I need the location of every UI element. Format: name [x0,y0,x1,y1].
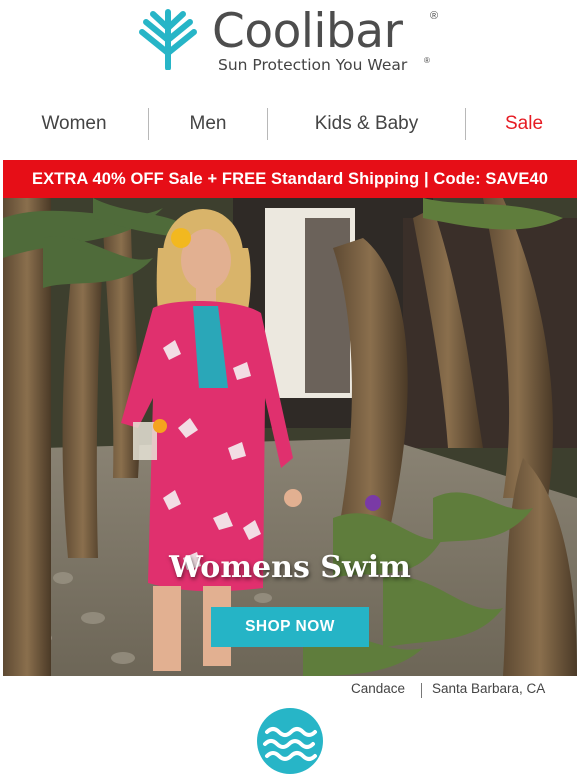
brand-registered-mark: ® [430,10,439,22]
tree-logo-icon [139,9,197,70]
hero-title: Womens Swim [169,550,411,585]
waves-icon [257,708,323,774]
promo-banner[interactable]: EXTRA 40% OFF Sale + FREE Standard Shipp… [3,160,577,198]
brand-name: Coolibar [212,4,403,59]
shop-now-button[interactable]: SHOP NOW [211,607,369,647]
photo-location: Santa Barbara, CA [432,681,546,696]
nav-item-women[interactable]: Women [0,106,148,142]
main-nav: Women Men Kids & Baby Sale [0,106,580,142]
brand-tagline: Sun Protection You Wear [218,56,408,74]
nav-item-kids-baby[interactable]: Kids & Baby [268,106,465,142]
credit-divider [421,683,422,698]
hero-image[interactable] [3,198,577,676]
model-name: Candace [351,681,406,696]
tagline-registered-mark: ® [424,56,430,65]
nav-item-men[interactable]: Men [149,106,267,142]
hero-photo-illustration [3,198,577,676]
header-logo[interactable]: Coolibar ® Sun Protection You Wear ® [0,0,580,90]
nav-item-sale[interactable]: Sale [466,106,580,142]
